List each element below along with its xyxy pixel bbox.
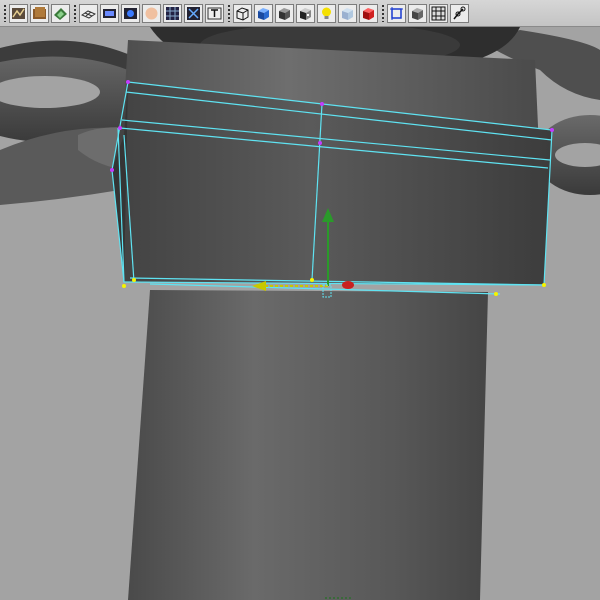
dark-cube-button[interactable] bbox=[275, 3, 294, 23]
camera-icon bbox=[124, 7, 137, 19]
grid-icon bbox=[81, 9, 96, 19]
shaded-sphere-icon bbox=[145, 7, 158, 19]
backface-cube-icon bbox=[412, 7, 423, 20]
textured-icon bbox=[300, 7, 311, 20]
toolbar-separator bbox=[380, 4, 385, 23]
wireframe-cube-icon bbox=[236, 6, 249, 21]
camera-button[interactable] bbox=[121, 3, 140, 23]
toolbar-separator bbox=[226, 4, 231, 23]
joint-button[interactable] bbox=[450, 3, 469, 23]
wireframe-cube-button[interactable] bbox=[233, 3, 252, 23]
light-bulb-icon bbox=[322, 7, 331, 19]
isolate-select-button[interactable] bbox=[387, 3, 406, 23]
uv-editor-button[interactable] bbox=[51, 3, 70, 23]
main-column bbox=[128, 290, 488, 600]
wireframe-icon bbox=[166, 6, 179, 20]
resolution-gate-icon bbox=[187, 6, 200, 20]
resolution-gate-button[interactable] bbox=[184, 3, 203, 23]
shaded-cube-button[interactable] bbox=[254, 3, 273, 23]
move-z-handle[interactable] bbox=[342, 281, 354, 289]
wireframe-on-shaded-icon bbox=[431, 6, 446, 20]
red-cube-icon bbox=[363, 7, 374, 20]
hypershade-button[interactable] bbox=[30, 3, 49, 23]
textured-button[interactable] bbox=[296, 3, 315, 23]
dark-cube-icon bbox=[279, 7, 290, 20]
viewport-toolbar bbox=[0, 0, 600, 27]
toolbar-separator bbox=[72, 4, 77, 23]
graph-editor-icon bbox=[12, 7, 25, 19]
uv-editor-icon bbox=[54, 7, 67, 20]
graph-editor-button[interactable] bbox=[9, 3, 28, 23]
shaded-sphere-button[interactable] bbox=[142, 3, 161, 23]
3d-viewport[interactable] bbox=[0, 27, 600, 600]
hypershade-icon bbox=[33, 6, 46, 19]
toolbar-separator bbox=[2, 4, 7, 23]
backface-cube-button[interactable] bbox=[408, 3, 427, 23]
xray-button[interactable] bbox=[338, 3, 357, 23]
joint-icon bbox=[453, 6, 466, 19]
grid-button[interactable] bbox=[79, 3, 98, 23]
wireframe-on-shaded-button[interactable] bbox=[429, 3, 448, 23]
red-cube-button[interactable] bbox=[359, 3, 378, 23]
isolate-select-icon bbox=[390, 6, 403, 20]
shaded-cube-icon bbox=[258, 7, 269, 20]
wireframe-button[interactable] bbox=[163, 3, 182, 23]
light-bulb-button[interactable] bbox=[317, 3, 336, 23]
text-button[interactable] bbox=[205, 3, 224, 23]
film-gate-button[interactable] bbox=[100, 3, 119, 23]
film-gate-icon bbox=[103, 8, 116, 18]
xray-icon bbox=[342, 7, 353, 20]
text-icon bbox=[207, 7, 222, 19]
